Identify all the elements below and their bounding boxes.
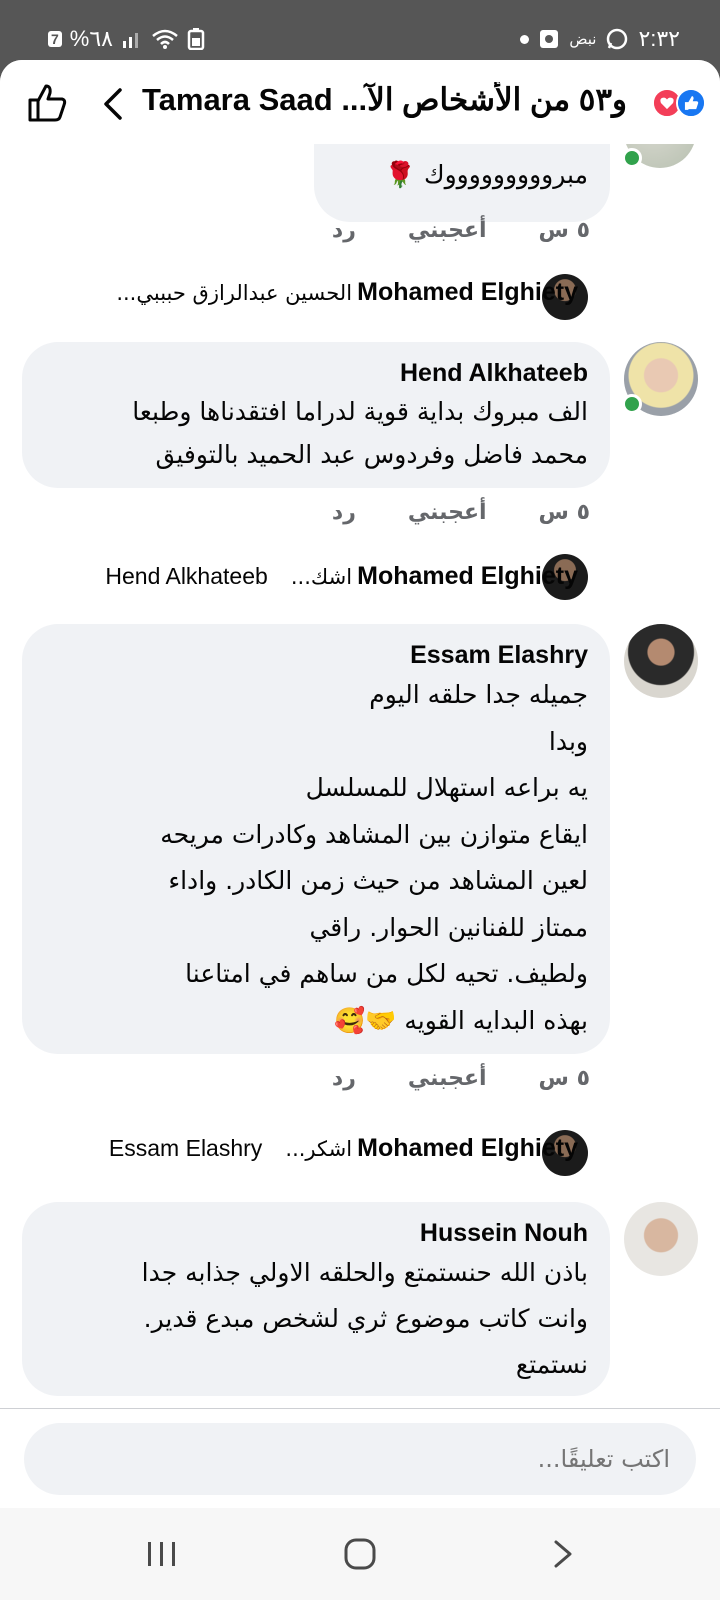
reactions-summary-title[interactable]: و٥٣ من الأشخاص الآ... Tamara Saad — [142, 82, 642, 118]
comment-actions: ٥ س أعجبني رد — [332, 1066, 590, 1091]
status-left: 7 %٦٨ — [48, 26, 205, 52]
reply-text: اشكر... — [285, 1137, 353, 1161]
comment-text: الف مبروك بداية قوية لدراما افتقدناها وط… — [132, 397, 588, 469]
status-right: ٢:٣٢ نبض — [520, 26, 680, 52]
comment-bubble[interactable]: Essam Elashry جميله جدا حلقه اليوم وبدا … — [22, 624, 610, 1054]
online-indicator — [622, 148, 642, 168]
whatsapp-icon — [607, 28, 628, 50]
like-icon[interactable] — [26, 82, 68, 124]
battery-badge: 7 — [48, 31, 62, 47]
recent-apps-icon[interactable] — [142, 1534, 182, 1574]
battery-percent: %٦٨ — [69, 26, 113, 51]
app-notification-icon — [540, 30, 559, 48]
reply-author: Mohamed Elghiety — [357, 1134, 578, 1162]
comment-list: مبروووووووووك 🌹 ٥ س أعجبني رد Mohamed El… — [0, 144, 720, 1468]
header: و٥٣ من الأشخاص الآ... Tamara Saad — [0, 60, 720, 144]
signal-icon — [123, 33, 138, 48]
comment-text: مبروووووووووك 🌹 — [384, 160, 588, 189]
status-bar: 7 %٦٨ ٢:٣٢ نبض — [0, 0, 720, 64]
comment-time: ٥ س — [538, 1066, 590, 1091]
comment-author[interactable]: Hend Alkhateeb — [44, 356, 588, 390]
composer-area — [0, 1409, 720, 1508]
comment-input[interactable] — [24, 1423, 696, 1495]
like-link[interactable]: أعجبني — [408, 218, 487, 243]
comments-sheet: و٥٣ من الأشخاص الآ... Tamara Saad مبرووو… — [0, 60, 720, 1508]
comment-actions: ٥ س أعجبني رد — [332, 218, 590, 243]
reply-link[interactable]: رد — [332, 1066, 356, 1091]
comment-author[interactable]: Essam Elashry — [44, 638, 588, 672]
home-icon[interactable] — [340, 1534, 380, 1574]
online-indicator — [622, 394, 642, 414]
reply-author: Mohamed Elghiety — [357, 278, 578, 306]
system-nav-bar — [0, 1508, 720, 1600]
wifi-icon — [152, 29, 178, 49]
comment-time: ٥ س — [538, 218, 590, 243]
like-link[interactable]: أعجبني — [408, 500, 487, 525]
comment-bubble[interactable]: مبروووووووووك 🌹 — [314, 144, 610, 222]
like-reaction-icon — [676, 88, 706, 118]
reply-mention: Hend Alkhateeb — [105, 563, 268, 589]
reply-text: اشك... — [290, 565, 353, 589]
reply-link[interactable]: رد — [332, 218, 356, 243]
reply-link[interactable]: رد — [332, 500, 356, 525]
battery-saver-icon — [187, 28, 205, 50]
comment-bubble[interactable]: Hend Alkhateeb الف مبروك بداية قوية لدرا… — [22, 342, 610, 488]
reaction-icons — [644, 86, 706, 120]
carrier-tag: نبض — [569, 31, 597, 48]
reply-text: الحسين عبدالرازق حبببي... — [116, 281, 353, 305]
clock: ٢:٣٢ — [638, 26, 680, 51]
reply-preview[interactable]: Mohamed Elghiety اشكر... Essam Elashry — [18, 1134, 578, 1174]
comment-text: باذن الله حنستمتع والحلقه الاولي جذابه ج… — [141, 1258, 588, 1379]
comment-text: جميله جدا حلقه اليوم وبدا يه براعه استهل… — [160, 680, 588, 1035]
comment-time: ٥ س — [538, 500, 590, 525]
comment-bubble[interactable]: Hussein Nouh باذن الله حنستمتع والحلقه ا… — [22, 1202, 610, 1396]
reply-mention: Essam Elashry — [108, 1135, 263, 1161]
reply-author: Mohamed Elghiety — [357, 562, 578, 590]
chevron-left-icon[interactable] — [100, 86, 128, 122]
reply-preview[interactable]: Mohamed Elghiety الحسين عبدالرازق حبببي.… — [18, 278, 578, 318]
reply-preview[interactable]: Mohamed Elghiety اشك... Hend Alkhateeb — [18, 562, 578, 602]
like-link[interactable]: أعجبني — [408, 1066, 487, 1091]
comment-author[interactable]: Hussein Nouh — [44, 1216, 588, 1250]
comment-actions: ٥ س أعجبني رد — [332, 500, 590, 525]
back-icon[interactable] — [544, 1534, 584, 1574]
avatar[interactable] — [624, 1202, 698, 1276]
notification-dot — [520, 34, 530, 44]
avatar[interactable] — [624, 624, 698, 698]
